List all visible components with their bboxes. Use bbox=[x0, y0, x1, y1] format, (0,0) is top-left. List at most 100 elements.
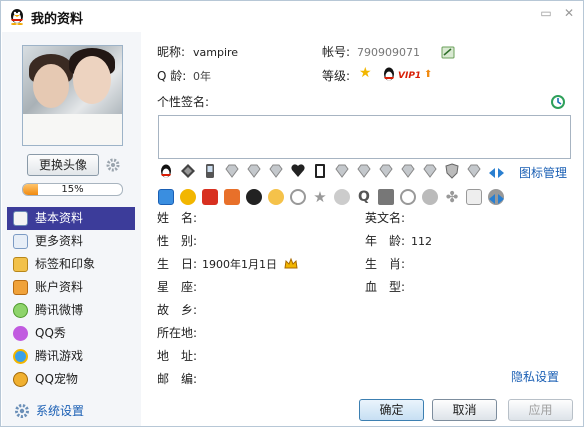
window-title: 我的资料 bbox=[31, 12, 84, 27]
sidebar-item-label: QQ宠物 bbox=[35, 372, 78, 386]
level-up-arrow-icon: ⬆ bbox=[424, 69, 433, 80]
birthday-crown-icon bbox=[284, 257, 298, 269]
field-value-age: 112 bbox=[411, 235, 432, 248]
sidebar-item-more-info[interactable]: 更多资料 bbox=[7, 230, 135, 253]
field-label-postcode: 邮 编: bbox=[157, 372, 198, 386]
title-bar: 我的资料 ▭ ✕ bbox=[1, 1, 583, 31]
at-icon[interactable] bbox=[400, 189, 416, 205]
minimize-button[interactable]: ▭ bbox=[538, 6, 554, 20]
nickname-label: 昵称: bbox=[157, 45, 186, 59]
diamond-black-icon[interactable] bbox=[180, 163, 196, 179]
sidebar-item-weibo[interactable]: 腾讯微博 bbox=[7, 299, 135, 322]
diamond-gray-icon[interactable] bbox=[268, 163, 284, 179]
diamond-gray-icon[interactable] bbox=[334, 163, 350, 179]
wallet-icon bbox=[13, 280, 28, 295]
vip-badge[interactable]: VIP1 bbox=[398, 70, 421, 82]
nba-icon[interactable] bbox=[312, 163, 328, 179]
icon-row-next-arrow[interactable] bbox=[498, 168, 504, 178]
mail-icon[interactable] bbox=[466, 189, 482, 205]
diamond-gray-icon[interactable] bbox=[356, 163, 372, 179]
qplus-icon[interactable]: Q bbox=[356, 189, 372, 205]
field-label-name: 姓 名: bbox=[157, 211, 198, 225]
qq-penguin-icon[interactable] bbox=[158, 163, 174, 179]
diamond-gray-icon[interactable] bbox=[224, 163, 240, 179]
sidebar-item-qqshow[interactable]: QQ秀 bbox=[7, 322, 135, 345]
sidebar-item-label: 账户资料 bbox=[35, 280, 84, 294]
heart-outline-icon[interactable] bbox=[290, 189, 306, 205]
game-hall-icon[interactable] bbox=[224, 189, 240, 205]
nickname-value[interactable]: vampire bbox=[193, 45, 238, 61]
face-icon[interactable] bbox=[422, 189, 438, 205]
apply-button[interactable]: 应用 bbox=[508, 399, 573, 421]
sidebar-item-label: 基本资料 bbox=[35, 211, 84, 225]
field-label-location: 所在地: bbox=[157, 326, 198, 340]
level-label: 等级: bbox=[322, 69, 351, 83]
avatar-settings-icon[interactable] bbox=[105, 157, 121, 173]
field-label-constellation: 星 座: bbox=[157, 280, 198, 294]
service-icon-row: ★ Q ✤ bbox=[158, 189, 504, 207]
main-panel: 昵称: vampire 帐号: 790909071 Q 龄: 0年 等级: ★ … bbox=[141, 32, 583, 426]
red-diamond-icon[interactable] bbox=[202, 189, 218, 205]
field-label-address: 地 址: bbox=[157, 349, 198, 363]
sidebar-item-label: 标签和印象 bbox=[35, 257, 96, 271]
star-gray-icon[interactable]: ★ bbox=[312, 189, 328, 205]
sidebar-item-pet[interactable]: QQ宠物 bbox=[7, 368, 135, 391]
close-button[interactable]: ✕ bbox=[561, 6, 577, 20]
diamond-gray-icon[interactable] bbox=[378, 163, 394, 179]
heart-black-icon[interactable] bbox=[290, 163, 306, 179]
cancel-button[interactable]: 取消 bbox=[432, 399, 497, 421]
weibo-icon bbox=[13, 303, 28, 318]
sidebar-item-tags[interactable]: 标签和印象 bbox=[7, 253, 135, 276]
sidebar-item-games[interactable]: 腾讯游戏 bbox=[7, 345, 135, 368]
icon-manage-link[interactable]: 图标管理 bbox=[519, 165, 567, 181]
clover-icon[interactable]: ✤ bbox=[444, 189, 460, 205]
pet-icon bbox=[13, 372, 28, 387]
game-icon bbox=[13, 349, 28, 364]
account-value: 790909071 bbox=[357, 46, 420, 59]
phone-icon[interactable] bbox=[202, 163, 218, 179]
signature-input[interactable] bbox=[158, 115, 571, 159]
sidebar-item-account[interactable]: 账户资料 bbox=[7, 276, 135, 299]
avatar[interactable] bbox=[22, 45, 123, 146]
signature-label: 个性签名: bbox=[157, 95, 210, 109]
penguin-icon[interactable] bbox=[246, 189, 262, 205]
service-row-prev-arrow[interactable] bbox=[489, 194, 495, 204]
field-label-gender: 性 别: bbox=[157, 234, 198, 248]
diamond-gray-icon[interactable] bbox=[422, 163, 438, 179]
sidebar-item-label: 更多资料 bbox=[35, 234, 84, 248]
field-value-birthday[interactable]: 1900年1月1日 bbox=[202, 257, 277, 273]
profile-window: 我的资料 ▭ ✕ 更换头像 15% 基本资料 更多资料 标签和印象 账户资料 腾… bbox=[0, 0, 584, 427]
icon-row-prev-arrow[interactable] bbox=[489, 168, 495, 178]
field-label-blood-type: 血 型: bbox=[365, 280, 406, 294]
qq-music-icon[interactable] bbox=[268, 189, 284, 205]
app-icon[interactable] bbox=[378, 189, 394, 205]
sidebar-item-basic-info[interactable]: 基本资料 bbox=[7, 207, 135, 230]
yellow-diamond-icon[interactable] bbox=[180, 189, 196, 205]
smiley-gray-icon[interactable] bbox=[334, 189, 350, 205]
vip-penguin-icon bbox=[384, 67, 394, 81]
field-label-birthday: 生 日: bbox=[157, 257, 198, 271]
change-avatar-button[interactable]: 更换头像 bbox=[27, 154, 99, 176]
signature-history-icon[interactable] bbox=[550, 94, 566, 110]
sidebar-item-label: QQ秀 bbox=[35, 326, 66, 340]
diamond-gray-icon[interactable] bbox=[400, 163, 416, 179]
field-label-hometown: 故 乡: bbox=[157, 303, 198, 317]
account-label: 帐号: bbox=[322, 45, 351, 59]
edit-account-icon[interactable] bbox=[441, 46, 455, 59]
diamond-gray-icon[interactable] bbox=[466, 163, 482, 179]
shield-gray-icon[interactable] bbox=[444, 163, 460, 179]
progress-text: 15% bbox=[61, 184, 84, 195]
list-icon bbox=[13, 234, 28, 249]
qzone-icon[interactable] bbox=[158, 189, 174, 205]
qage-label: Q 龄: bbox=[157, 69, 187, 83]
sidebar-item-label: 腾讯微博 bbox=[35, 303, 84, 317]
ok-button[interactable]: 确定 bbox=[359, 399, 424, 421]
diamond-gray-icon[interactable] bbox=[246, 163, 262, 179]
qq-penguin-icon bbox=[11, 9, 23, 25]
privacy-settings-link[interactable]: 隐私设置 bbox=[511, 369, 559, 385]
status-icon-row bbox=[158, 163, 503, 181]
profile-completion-progress: 15% bbox=[22, 183, 123, 196]
gear-icon bbox=[15, 404, 29, 418]
service-row-next-arrow[interactable] bbox=[498, 194, 504, 204]
tag-icon bbox=[13, 257, 28, 272]
